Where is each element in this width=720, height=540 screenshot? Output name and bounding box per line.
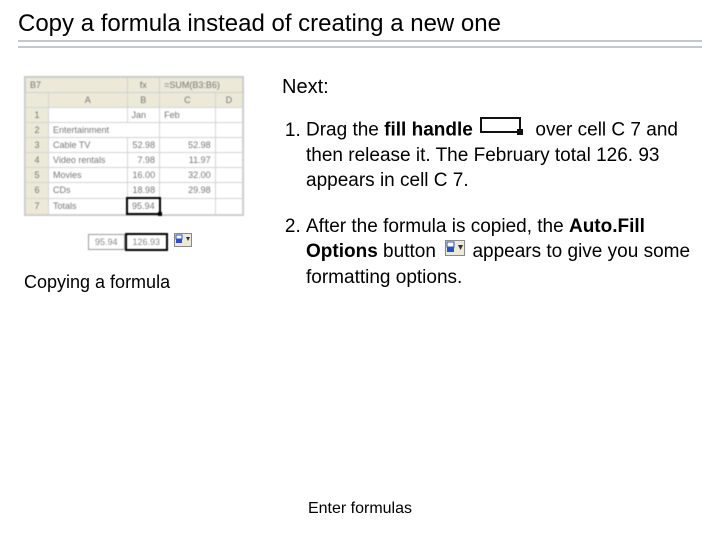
table-row: 6CDs18.9829.98 <box>26 183 243 199</box>
table-row: 2Entertainment <box>26 123 243 138</box>
table-row: 1JanFeb <box>26 108 243 123</box>
selected-cell: 95.94 <box>127 198 160 214</box>
step-2: After the formula is copied, the Auto.Fi… <box>306 215 696 290</box>
slide-title: Copy a formula instead of creating a new… <box>18 10 702 42</box>
autofill-options-icon <box>174 233 192 252</box>
table-row: 5Movies16.0032.00 <box>26 168 243 183</box>
result-illustration: 95.94 126.93 <box>88 232 264 252</box>
fill-handle-icon <box>480 117 526 142</box>
name-box: B7 <box>26 78 128 93</box>
title-underline <box>18 46 702 48</box>
table-row: 7Totals95.94 <box>26 198 243 214</box>
spreadsheet-illustration: B7 fx =SUM(B3:B6) A B C D 1JanFeb 2Enter… <box>24 76 244 216</box>
step-1: Drag the fill handle over cell C 7 and t… <box>306 117 696 193</box>
formula-bar: =SUM(B3:B6) <box>160 78 243 93</box>
fx-label: fx <box>127 78 160 93</box>
table-row: 4Video rentals7.9811.97 <box>26 153 243 168</box>
table-row: 3Cable TV52.9852.98 <box>26 138 243 153</box>
autofill-options-icon <box>445 239 465 263</box>
illustration-caption: Copying a formula <box>24 272 264 293</box>
next-label: Next: <box>282 76 696 99</box>
footer-text: Enter formulas <box>0 500 720 518</box>
